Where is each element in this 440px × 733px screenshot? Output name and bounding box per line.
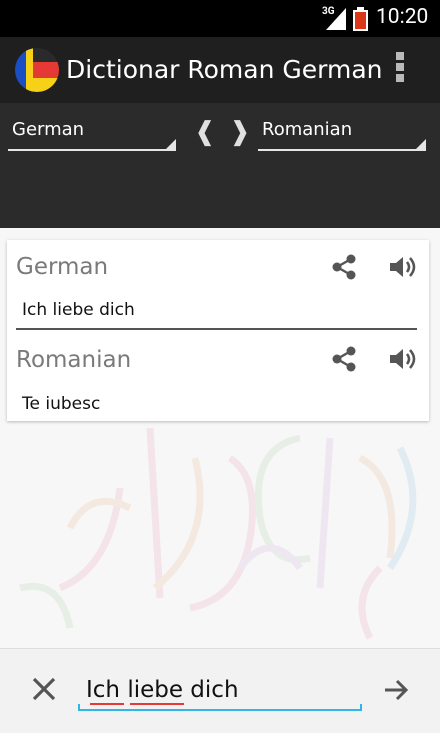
card-divider	[16, 328, 417, 330]
spellcheck-underline	[90, 703, 124, 705]
app-logo-icon[interactable]	[14, 47, 60, 93]
source-text: Ich liebe dich	[22, 300, 135, 320]
translate-arrow-icon[interactable]	[383, 677, 409, 703]
share-icon[interactable]	[329, 252, 359, 282]
content-area: German Ich liebe dich Romanian Te iubesc	[0, 228, 440, 648]
source-language-heading: German	[16, 254, 109, 280]
translation-card: German Ich liebe dich Romanian Te iubesc	[7, 240, 429, 421]
dropdown-arrow-icon	[414, 139, 426, 151]
clear-icon[interactable]	[30, 675, 58, 703]
app-bar: Dictionar Roman German	[0, 37, 440, 103]
language-selector: German ❰ ❱ Romanian	[0, 103, 440, 228]
target-language-spinner[interactable]: Romanian	[258, 115, 426, 151]
target-language-label: Romanian	[262, 119, 353, 140]
source-language-label: German	[12, 119, 85, 140]
search-input-container[interactable]	[78, 667, 362, 715]
swap-left-icon[interactable]: ❰	[194, 117, 216, 147]
status-bar: 3G 10:20	[0, 0, 440, 37]
overflow-menu-icon[interactable]	[390, 52, 410, 88]
speaker-icon[interactable]	[387, 252, 417, 282]
search-input[interactable]	[86, 673, 356, 707]
input-bar	[0, 648, 440, 733]
dropdown-arrow-icon	[164, 139, 176, 151]
speaker-icon[interactable]	[387, 344, 417, 374]
network-type: 3G	[322, 6, 335, 17]
spellcheck-underline	[130, 703, 184, 705]
target-text: Te iubesc	[22, 394, 101, 414]
battery-icon	[353, 7, 368, 31]
clock: 10:20	[376, 5, 429, 29]
swap-right-icon[interactable]: ❱	[229, 117, 251, 147]
share-icon[interactable]	[329, 344, 359, 374]
app-title: Dictionar Roman German	[66, 55, 383, 84]
source-language-spinner[interactable]: German	[8, 115, 176, 151]
target-language-heading: Romanian	[16, 347, 132, 373]
